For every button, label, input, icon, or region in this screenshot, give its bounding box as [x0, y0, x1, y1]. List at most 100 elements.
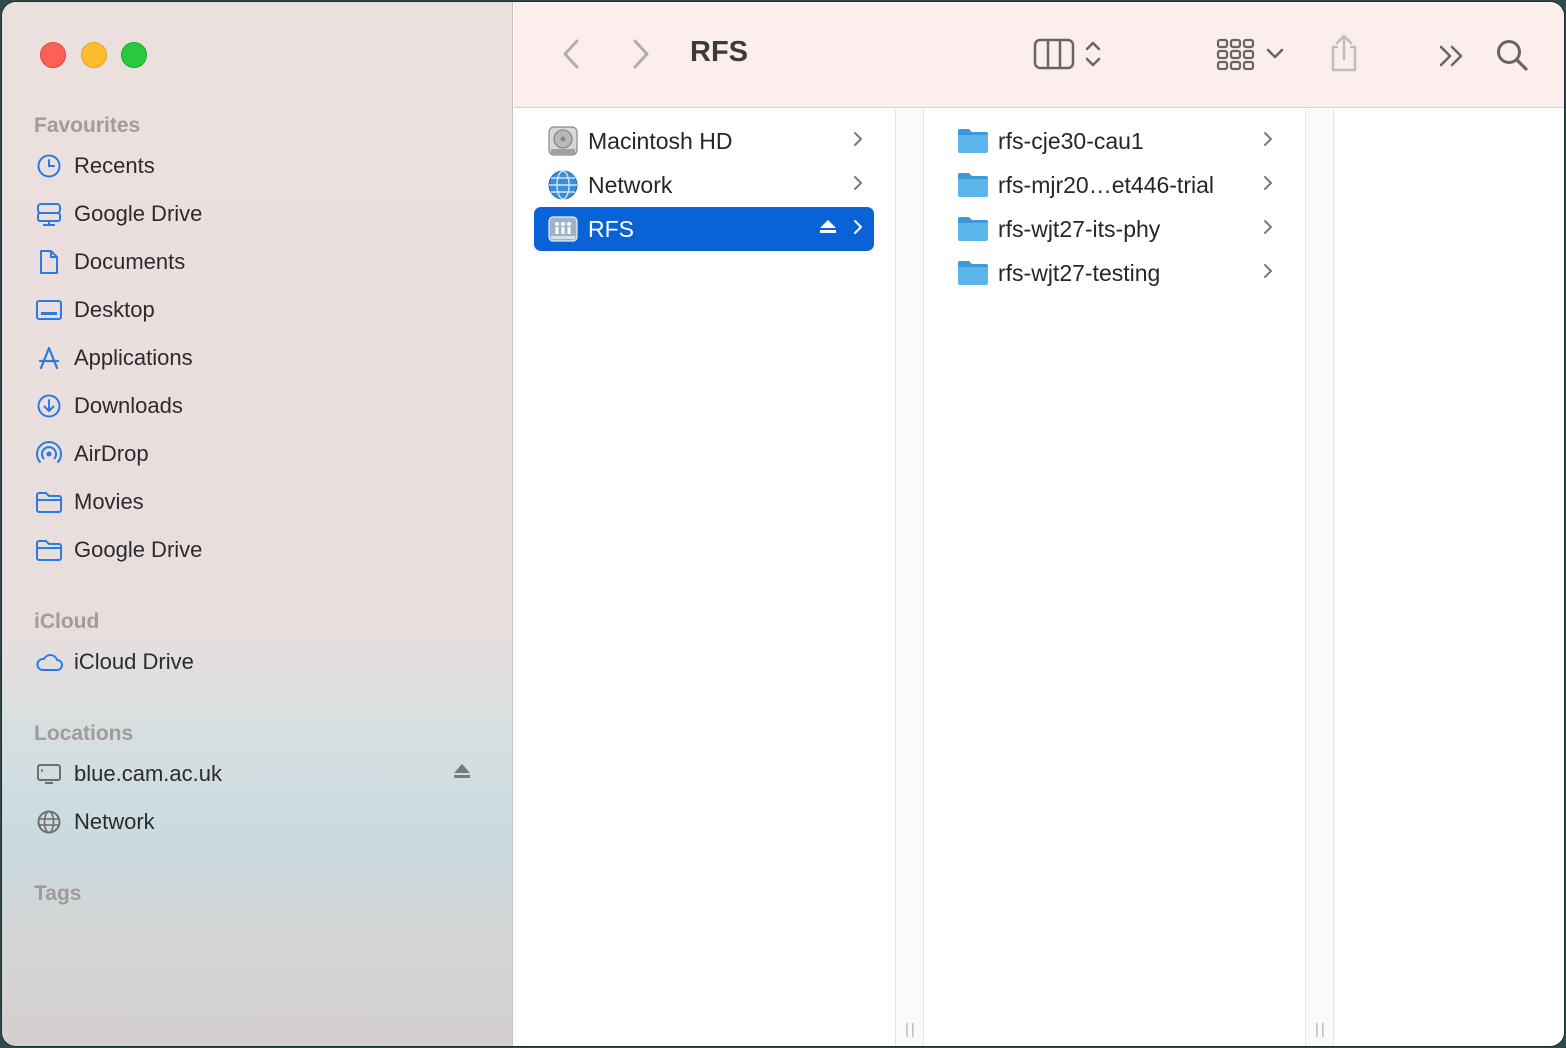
list-item-folder[interactable]: rfs-wjt27-its-phy — [944, 207, 1284, 251]
item-label: rfs-mjr20…et446-trial — [998, 171, 1214, 198]
group-button[interactable] — [1212, 32, 1288, 76]
minimize-button[interactable] — [81, 42, 107, 68]
share-icon — [1331, 34, 1357, 72]
folder-icon — [956, 212, 990, 246]
chevron-right-icon — [1262, 216, 1274, 243]
globe-icon — [34, 807, 64, 837]
updown-chevron-icon — [1085, 41, 1101, 67]
chevron-left-icon — [563, 39, 579, 69]
item-label: RFS — [588, 215, 634, 242]
folder-icon — [956, 124, 990, 158]
airdrop-icon — [34, 439, 64, 469]
favourites-heading: Favourites — [34, 114, 141, 137]
share-button[interactable] — [1324, 30, 1364, 76]
forward-button[interactable] — [624, 36, 658, 72]
drive-icon — [34, 199, 64, 229]
locations-heading: Locations — [34, 722, 134, 745]
chevron-right-icon — [633, 39, 649, 69]
sidebar-item-label: AirDrop — [74, 441, 149, 466]
item-label: rfs-wjt27-testing — [998, 259, 1161, 286]
back-button[interactable] — [554, 36, 588, 72]
folder-icon — [34, 487, 64, 517]
close-button[interactable] — [40, 42, 66, 68]
view-mode-button[interactable] — [1026, 32, 1110, 76]
sidebar-item-label: Google Drive — [74, 537, 203, 562]
chevron-right-icon — [852, 216, 864, 243]
sidebar-item-label: iCloud Drive — [74, 649, 194, 674]
chevron-right-icon — [1262, 260, 1274, 287]
sidebar-item-network[interactable]: Network — [34, 802, 484, 842]
list-item-folder[interactable]: rfs-mjr20…et446-trial — [944, 163, 1284, 207]
toolbar: RFS — [514, 2, 1564, 108]
folder-icon — [34, 535, 64, 565]
sidebar-item-label: Downloads — [74, 393, 183, 418]
list-item-folder[interactable]: rfs-wjt27-testing — [944, 251, 1284, 295]
finder-window: Favourites Recents Google Drive Document… — [2, 2, 1564, 1046]
item-label: rfs-wjt27-its-phy — [998, 215, 1161, 242]
folder-icon — [956, 168, 990, 202]
list-item-network[interactable]: Network — [534, 163, 874, 207]
network-globe-icon — [546, 168, 580, 202]
sidebar-item-label: Documents — [74, 249, 186, 274]
resize-grip-icon[interactable]: || — [905, 1021, 917, 1038]
search-icon — [1497, 40, 1528, 71]
server-icon — [34, 759, 64, 789]
column-2: rfs-cje30-cau1 rfs-mjr20…et446-trial rfs… — [924, 109, 1305, 1046]
column-1: Macintosh HD Network RFS — [514, 109, 895, 1046]
more-toolbar-button[interactable] — [1432, 36, 1472, 76]
sidebar-item-movies[interactable]: Movies — [34, 482, 484, 522]
sidebar-item-desktop[interactable]: Desktop — [34, 290, 484, 330]
eject-icon[interactable] — [818, 218, 838, 241]
window-title: RFS — [690, 36, 748, 68]
sidebar-item-blue-cam[interactable]: blue.cam.ac.uk — [34, 754, 484, 794]
icloud-heading: iCloud — [34, 610, 100, 633]
sidebar-item-google-drive[interactable]: Google Drive — [34, 194, 484, 234]
chevron-right-icon — [1262, 172, 1274, 199]
chevron-right-icon — [852, 172, 864, 199]
grid-icon — [1216, 38, 1255, 71]
list-item-macintosh-hd[interactable]: Macintosh HD — [534, 119, 874, 163]
clock-icon — [34, 151, 64, 181]
hard-drive-icon — [546, 124, 580, 158]
document-icon — [34, 247, 64, 277]
search-button[interactable] — [1492, 34, 1532, 76]
column-divider[interactable]: || — [895, 109, 924, 1046]
tags-heading: Tags — [34, 882, 82, 905]
sidebar-item-icloud-drive[interactable]: iCloud Drive — [34, 642, 484, 682]
chevron-right-icon — [1262, 128, 1274, 155]
sidebar-item-google-drive-folder[interactable]: Google Drive — [34, 530, 484, 570]
sidebar-item-documents[interactable]: Documents — [34, 242, 484, 282]
item-label: rfs-cje30-cau1 — [998, 127, 1144, 154]
folder-icon — [956, 256, 990, 290]
applications-icon — [34, 343, 64, 373]
sidebar-item-label: Applications — [74, 345, 193, 370]
sidebar: Favourites Recents Google Drive Document… — [2, 2, 513, 1046]
sidebar-item-label: Network — [74, 809, 155, 834]
sidebar-item-label: Movies — [74, 489, 144, 514]
sidebar-item-recents[interactable]: Recents — [34, 146, 484, 186]
network-share-icon — [546, 212, 580, 246]
column-divider[interactable]: || — [1305, 109, 1334, 1046]
list-item-rfs[interactable]: RFS — [534, 207, 874, 251]
sidebar-item-label: Desktop — [74, 297, 155, 322]
column-3 — [1334, 109, 1564, 1046]
cloud-icon — [34, 647, 64, 677]
chevron-right-icon — [852, 128, 864, 155]
desktop-icon — [34, 295, 64, 325]
sidebar-item-label: blue.cam.ac.uk — [74, 761, 222, 786]
resize-grip-icon[interactable]: || — [1315, 1021, 1327, 1038]
chevron-down-icon — [1266, 48, 1284, 59]
list-item-folder[interactable]: rfs-cje30-cau1 — [944, 119, 1284, 163]
sidebar-item-label: Google Drive — [74, 201, 203, 226]
columns-view-icon — [1033, 38, 1075, 70]
sidebar-item-downloads[interactable]: Downloads — [34, 386, 484, 426]
item-label: Network — [588, 171, 673, 198]
sidebar-item-applications[interactable]: Applications — [34, 338, 484, 378]
zoom-button[interactable] — [121, 42, 147, 68]
download-icon — [34, 391, 64, 421]
item-label: Macintosh HD — [588, 127, 733, 154]
double-chevron-right-icon — [1439, 45, 1463, 67]
sidebar-item-label: Recents — [74, 153, 155, 178]
eject-icon[interactable] — [452, 762, 472, 785]
sidebar-item-airdrop[interactable]: AirDrop — [34, 434, 484, 474]
